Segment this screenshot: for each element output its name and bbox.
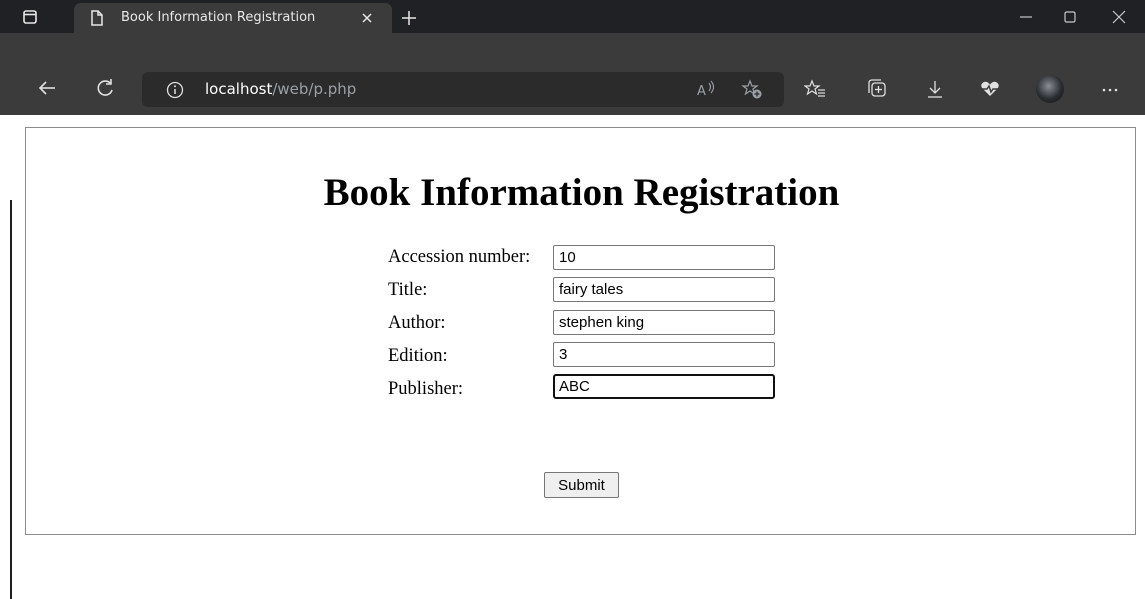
minimize-icon[interactable]: [1017, 8, 1035, 26]
collections-icon[interactable]: [866, 78, 888, 100]
author-label: Author:: [388, 313, 446, 333]
more-icon[interactable]: [1099, 79, 1121, 101]
back-icon[interactable]: [36, 77, 58, 99]
edition-label: Edition:: [388, 346, 448, 366]
accession-number-label: Accession number:: [388, 247, 531, 267]
read-aloud-icon[interactable]: A: [695, 78, 717, 100]
tab-strip: Book Information Registration: [0, 0, 1145, 33]
title-input[interactable]: [553, 277, 775, 302]
page-icon: [91, 10, 103, 26]
address-bar[interactable]: localhost/web/p.php A: [142, 72, 784, 107]
refresh-icon[interactable]: [94, 77, 116, 99]
favorites-icon[interactable]: [804, 78, 826, 100]
accession-number-input[interactable]: [553, 245, 775, 270]
close-icon[interactable]: [1110, 8, 1128, 26]
registration-form: Book Information Registration Accession …: [25, 127, 1136, 535]
active-tab[interactable]: Book Information Registration: [74, 3, 392, 33]
tab-actions-icon[interactable]: [22, 9, 38, 25]
profile-avatar[interactable]: [1036, 75, 1064, 103]
info-icon[interactable]: [166, 81, 184, 99]
downloads-icon[interactable]: [924, 78, 946, 100]
page-title: Book Information Registration: [323, 171, 840, 214]
author-input[interactable]: [553, 310, 775, 335]
edition-input[interactable]: [553, 342, 775, 367]
url-text[interactable]: localhost/web/p.php: [205, 80, 356, 98]
maximize-icon[interactable]: [1061, 8, 1079, 26]
add-favorite-icon[interactable]: [741, 78, 763, 100]
tab-title: Book Information Registration: [121, 10, 316, 25]
new-tab-icon[interactable]: [400, 9, 418, 27]
url-path: /web/p.php: [272, 80, 357, 98]
svg-text:A: A: [697, 84, 706, 99]
browser-toolbar: localhost/web/p.php A: [0, 33, 1145, 115]
health-icon[interactable]: [979, 78, 1001, 100]
url-host: localhost: [205, 80, 273, 98]
publisher-input[interactable]: [553, 374, 775, 399]
submit-button[interactable]: Submit: [544, 472, 619, 498]
publisher-label: Publisher:: [388, 379, 464, 399]
title-label: Title:: [388, 280, 428, 300]
tab-close-icon[interactable]: [358, 9, 376, 27]
window-edge: [10, 200, 12, 599]
